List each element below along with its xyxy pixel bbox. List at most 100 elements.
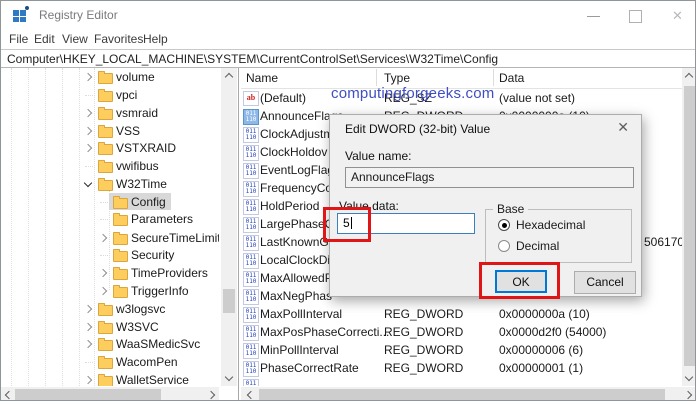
tree-item-w3svc[interactable]: W3SVC [1,318,219,336]
scroll-left-icon[interactable] [247,391,255,399]
folder-icon [113,234,128,245]
chevron-right-icon[interactable] [99,234,107,242]
tree-item-label: volume [116,68,155,86]
scroll-down-icon[interactable] [685,373,693,381]
tree-vertical-scrollbar[interactable] [221,68,237,386]
radio-selected-icon[interactable] [498,219,510,231]
dword-value-icon: 011110 [243,271,259,287]
tree-item-vsmraid[interactable]: vsmraid [1,104,219,122]
value-name: ClockAdjustm [260,125,333,143]
tree-item-walletservice[interactable]: WalletService [1,371,219,386]
scrollbar-thumb[interactable] [259,389,665,400]
value-name: FrequencyCo [260,179,332,197]
dialog-close-icon[interactable]: ✕ [617,119,629,136]
radio-label: Hexadecimal [516,218,585,232]
menu-help[interactable]: Help [143,32,168,46]
chevron-right-icon[interactable] [99,287,107,295]
value-row[interactable]: 011110PhaseCorrectRateREG_DWORD0x0000000… [241,359,682,377]
dword-value-icon: 011110 [243,109,259,125]
menu-view[interactable]: View [62,32,88,46]
chevron-right-icon[interactable] [84,109,92,117]
base-group-label: Base [493,202,528,216]
folder-icon [98,323,113,334]
folder-icon [98,305,113,316]
menu-bar: File Edit View Favorites Help [1,30,695,50]
tree-item-vpci[interactable]: vpci [1,86,219,104]
chevron-right-icon[interactable] [84,73,92,81]
tree-stub [100,219,108,220]
scroll-right-icon[interactable] [684,391,692,399]
tree-item-label: WaaSMedicSvc [116,335,200,353]
column-separator[interactable] [376,69,377,86]
scroll-up-icon[interactable] [225,73,233,81]
menu-edit[interactable]: Edit [34,32,55,46]
value-name: MaxPollInterval [260,305,342,323]
base-group: Base Hexadecimal Decimal [485,209,632,263]
chevron-right-icon[interactable] [84,323,92,331]
value-row-partial[interactable]: 011110 [241,377,682,386]
chevron-right-icon[interactable] [99,269,107,277]
scroll-left-icon[interactable] [5,391,13,399]
column-header-type[interactable]: Type [384,71,410,85]
menu-favorites[interactable]: Favorites [94,32,143,46]
value-row[interactable]: 011110MaxPosPhaseCorrecti...REG_DWORD0x0… [241,323,682,341]
tree-item-wacompen[interactable]: WacomPen [1,353,219,371]
pane-splitter[interactable] [238,68,239,401]
tree-item-label: W3SVC [116,318,159,336]
annotation-box-value-data [323,207,371,242]
tree-stub [100,255,108,256]
tree-item-label: w3logsvc [116,300,165,318]
column-header-name[interactable]: Name [246,71,278,85]
menu-file[interactable]: File [9,32,28,46]
scrollbar-thumb[interactable] [684,86,696,366]
chevron-right-icon[interactable] [84,144,92,152]
tree-item-volume[interactable]: volume [1,68,219,86]
minimize-button[interactable] [579,7,609,25]
scroll-up-icon[interactable] [685,73,693,81]
cancel-button[interactable]: Cancel [574,271,636,294]
scrollbar-thumb[interactable] [223,289,235,313]
tree-item-vwifibus[interactable]: vwifibus [1,157,219,175]
scrollbar-thumb[interactable] [15,389,161,400]
tree-item-timeproviders[interactable]: TimeProviders [1,264,219,282]
value-row[interactable]: 011110MaxPollIntervalREG_DWORD0x0000000a… [241,305,682,323]
radio-label: Decimal [516,239,559,253]
tree-item-securetimelimits[interactable]: SecureTimeLimits [1,229,219,247]
address-bar[interactable]: Computer\HKEY_LOCAL_MACHINE\SYSTEM\Curre… [1,50,695,68]
tree-item-vss[interactable]: VSS [1,122,219,140]
chevron-right-icon[interactable] [84,376,92,384]
tree-item-w3logsvc[interactable]: w3logsvc [1,300,219,318]
tree-item-label: TriggerInfo [131,282,189,300]
tree-item-vstxraid[interactable]: VSTXRAID [1,139,219,157]
tree-stub [85,362,93,363]
scroll-down-icon[interactable] [225,373,233,381]
radio-unselected-icon[interactable] [498,240,510,252]
chevron-right-icon[interactable] [84,127,92,135]
list-vertical-scrollbar[interactable] [682,68,696,386]
chevron-right-icon[interactable] [84,340,92,348]
value-row[interactable]: 011110MinPollIntervalREG_DWORD0x00000006… [241,341,682,359]
maximize-button[interactable] [621,7,651,25]
chevron-right-icon[interactable] [84,305,92,313]
tree-item-triggerinfo[interactable]: TriggerInfo [1,282,219,300]
chevron-down-icon[interactable] [84,179,92,187]
folder-icon [98,144,113,155]
dialog-title: Edit DWORD (32-bit) Value [345,122,490,136]
scroll-right-icon[interactable] [207,391,215,399]
tree-stub [85,95,93,96]
column-header-data[interactable]: Data [499,71,524,85]
tree-item-w32time[interactable]: W32Time [1,175,219,193]
value-type: REG_DWORD [384,323,463,341]
list-horizontal-scrollbar[interactable] [241,387,696,401]
column-separator[interactable] [493,69,494,86]
tree-item-waasmedicsvc[interactable]: WaaSMedicSvc [1,335,219,353]
close-button[interactable]: ✕ [665,7,695,25]
dword-value-icon: 011110 [243,217,259,233]
folder-icon [113,251,128,262]
folder-icon [98,127,113,138]
tree-horizontal-scrollbar[interactable] [1,387,219,401]
tree-item-parameters[interactable]: Parameters [1,210,219,228]
tree-item-config[interactable]: Config [1,193,219,211]
tree-item-security[interactable]: Security [1,246,219,264]
tree-item-label: Config [131,193,166,211]
